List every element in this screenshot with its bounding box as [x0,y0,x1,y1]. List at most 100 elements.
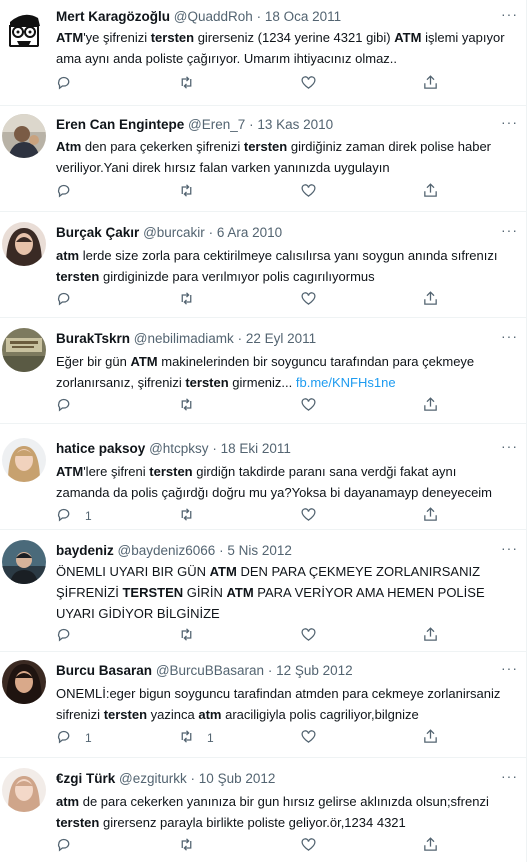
highlight-keyword: atm [56,248,80,263]
display-name[interactable]: Burçak Çakır [56,225,139,240]
retweet-button[interactable]: 1 [178,728,214,748]
retweet-button[interactable] [178,182,207,202]
text-segment: Eğer bir gün [56,354,131,369]
retweet-button[interactable] [178,626,207,646]
user-handle[interactable]: @nebilimadiamk [134,331,234,346]
like-button[interactable] [300,74,317,94]
avatar[interactable] [2,114,46,158]
more-icon[interactable]: ··· [501,328,518,344]
reply-button[interactable] [56,74,85,94]
more-icon[interactable]: ··· [501,222,518,238]
tweet-date[interactable]: 18 Oca 2011 [265,9,341,24]
reply-button[interactable]: 1 [56,506,92,526]
avatar[interactable] [2,8,46,52]
avatar[interactable] [2,438,46,482]
display-name[interactable]: baydeniz [56,543,114,558]
like-button[interactable] [300,728,317,748]
tweet-date[interactable]: 13 Kas 2010 [257,117,333,132]
like-button[interactable] [300,290,317,310]
avatar[interactable] [2,540,46,584]
tweet[interactable]: baydeniz @baydeniz6066 · 5 Nis 2012 ··· … [0,530,526,652]
more-icon[interactable]: ··· [501,114,518,130]
tweet-link[interactable]: fb.me/KNFHs1ne [296,375,396,390]
retweet-icon [178,626,195,646]
highlight-keyword: TERSTEN [122,585,184,600]
display-name[interactable]: Mert Karagözoğlu [56,9,170,24]
retweet-button[interactable] [178,396,207,416]
user-handle[interactable]: @ezgiturkk [119,771,187,786]
retweet-button[interactable] [178,290,207,310]
more-icon[interactable]: ··· [501,660,518,676]
display-name[interactable]: Burcu Basaran [56,663,152,678]
like-button[interactable] [300,626,317,646]
more-icon[interactable]: ··· [501,438,518,454]
reply-button[interactable] [56,396,85,416]
avatar[interactable] [2,768,46,812]
tweet-text: Eğer bir gün ATM makinelerinden bir soyg… [56,351,512,393]
reply-button[interactable] [56,290,85,310]
display-name[interactable]: hatice paksoy [56,441,145,456]
tweet-date[interactable]: 22 Eyl 2011 [246,331,316,346]
share-button[interactable] [422,728,439,748]
highlight-keyword: tersten [149,464,193,479]
tweet[interactable]: BurakTskrn @nebilimadiamk · 22 Eyl 2011 … [0,318,526,424]
share-button[interactable] [422,290,439,310]
more-icon[interactable]: ··· [501,6,518,22]
user-handle[interactable]: @Eren_7 [188,117,245,132]
tweet-date[interactable]: 18 Eki 2011 [221,441,291,456]
tweet[interactable]: Mert Karagözoğlu @QuaddRoh · 18 Oca 2011… [0,0,526,106]
highlight-keyword: tersten [56,269,100,284]
like-icon [300,182,317,202]
share-button[interactable] [422,182,439,202]
like-button[interactable] [300,506,317,526]
tweet-actions [56,836,456,856]
display-name[interactable]: BurakTskrn [56,331,130,346]
reply-button[interactable] [56,626,85,646]
tweet[interactable]: Burçak Çakır @burcakir · 6 Ara 2010 ··· … [0,212,526,318]
reply-button[interactable]: 1 [56,728,92,748]
highlight-keyword: tersten [103,707,148,722]
avatar[interactable] [2,222,46,266]
tweet-date[interactable]: 6 Ara 2010 [217,225,282,240]
user-handle[interactable]: @htcpksy [149,441,208,456]
user-handle[interactable]: @burcakir [143,225,205,240]
avatar[interactable] [2,660,46,704]
user-handle[interactable]: @BurcuBBasaran [156,663,264,678]
tweet-header: Mert Karagözoğlu @QuaddRoh · 18 Oca 2011 [56,8,341,26]
tweet-text: ONEMLİ:eger bigun soyguncu tarafindan at… [56,683,512,725]
tweet[interactable]: Eren Can Engintepe @Eren_7 · 13 Kas 2010… [0,106,526,212]
reply-button[interactable] [56,182,85,202]
tweet[interactable]: €zgi Türk @ezgiturkk · 10 Şub 2012 ··· a… [0,758,526,862]
share-button[interactable] [422,74,439,94]
retweet-button[interactable] [178,74,207,94]
retweet-button[interactable] [178,836,207,856]
tweet-date[interactable]: 10 Şub 2012 [199,771,276,786]
share-button[interactable] [422,626,439,646]
display-name[interactable]: Eren Can Engintepe [56,117,184,132]
like-button[interactable] [300,182,317,202]
share-button[interactable] [422,506,439,526]
like-button[interactable] [300,836,317,856]
text-segment: araciligiyla polis cagriliyor,bilgnize [221,707,419,722]
tweet-date[interactable]: 12 Şub 2012 [276,663,353,678]
share-button[interactable] [422,396,439,416]
tweet-date[interactable]: 5 Nis 2012 [227,543,292,558]
tweet-text: ATM'lere şifreni tersten girdiğn takdird… [56,461,512,503]
user-handle[interactable]: @baydeniz6066 [118,543,216,558]
tweet-header: Eren Can Engintepe @Eren_7 · 13 Kas 2010 [56,116,333,134]
display-name[interactable]: €zgi Türk [56,771,115,786]
retweet-button[interactable] [178,506,207,526]
share-button[interactable] [422,836,439,856]
tweet[interactable]: Burcu Basaran @BurcuBBasaran · 12 Şub 20… [0,652,526,758]
user-handle[interactable]: @QuaddRoh [174,9,253,24]
text-segment: den para çekerken şifrenizi [81,139,244,154]
text-segment: yazinca [147,707,199,722]
tweet-actions [56,626,456,646]
more-icon[interactable]: ··· [501,768,518,784]
more-icon[interactable]: ··· [501,540,518,556]
like-button[interactable] [300,396,317,416]
highlight-keyword: tersten [185,375,229,390]
tweet[interactable]: hatice paksoy @htcpksy · 18 Eki 2011 ···… [0,424,526,530]
reply-button[interactable] [56,836,85,856]
avatar[interactable] [2,328,46,372]
